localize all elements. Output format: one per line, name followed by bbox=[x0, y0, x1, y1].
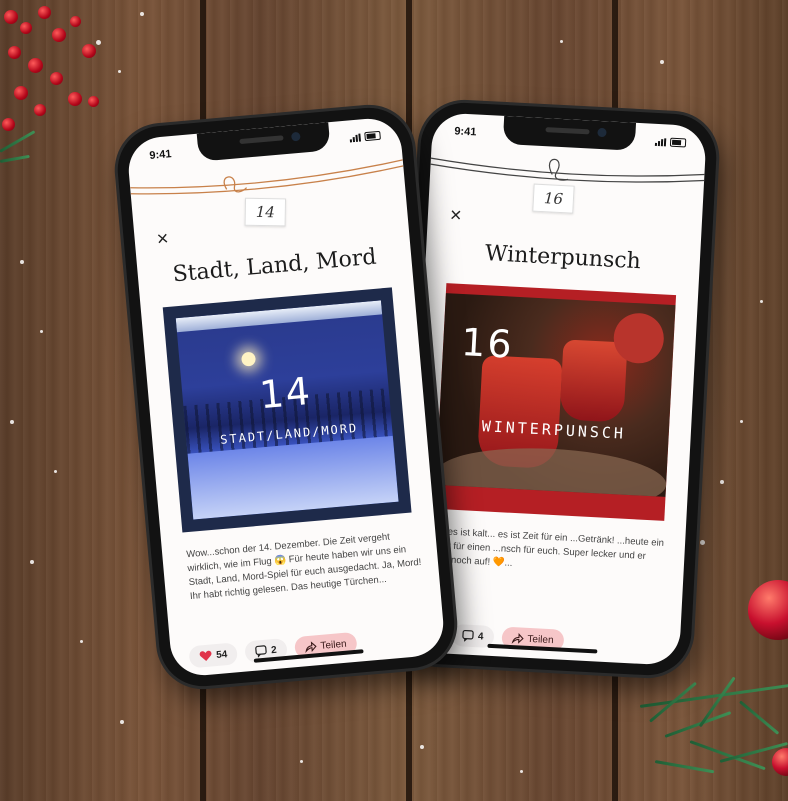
post-actions: 54 2 Teilen bbox=[188, 625, 431, 669]
photo-day-number: 16 bbox=[460, 320, 515, 367]
comment-icon bbox=[255, 645, 267, 658]
like-count: 54 bbox=[215, 648, 228, 661]
post-title: Stadt, Land, Mord bbox=[171, 244, 378, 288]
day-tag: 14 bbox=[244, 197, 287, 227]
battery-icon bbox=[669, 137, 687, 148]
comment-count: 2 bbox=[270, 644, 278, 656]
close-icon[interactable]: × bbox=[449, 204, 462, 227]
status-icons bbox=[349, 130, 381, 143]
post-image-winterpunsch: 16 WINTERPUNSCH bbox=[434, 283, 677, 521]
signal-icon bbox=[349, 133, 362, 143]
share-label: Teilen bbox=[320, 638, 348, 652]
post-title: Winterpunsch bbox=[484, 241, 642, 275]
like-button[interactable]: 54 bbox=[188, 642, 239, 669]
day-tag: 16 bbox=[532, 183, 575, 214]
status-time: 9:41 bbox=[148, 148, 172, 162]
post-actions: 4 Teilen bbox=[451, 623, 666, 657]
post-excerpt: Wow...schon der 14. Dezember. Die Zeit v… bbox=[185, 531, 422, 603]
phone-stadt-land-mord: 9:41 14 × Stadt, Land, Mord 14 STADT/LAN… bbox=[114, 104, 458, 690]
share-label: Teilen bbox=[527, 633, 554, 646]
signal-icon bbox=[654, 138, 667, 147]
status-time: 9:41 bbox=[454, 125, 477, 139]
notch bbox=[502, 115, 637, 151]
status-icons bbox=[654, 137, 687, 148]
battery-icon bbox=[364, 130, 381, 142]
phone-screen: 9:41 14 × Stadt, Land, Mord 14 STADT/LAN… bbox=[125, 116, 447, 678]
comment-icon bbox=[462, 629, 474, 642]
share-icon bbox=[511, 633, 524, 644]
heart-icon bbox=[199, 650, 212, 661]
comment-count: 4 bbox=[477, 630, 484, 643]
notch bbox=[196, 122, 331, 162]
share-icon bbox=[305, 641, 317, 654]
post-excerpt: ...tag, es ist kalt... es ist Zeit für e… bbox=[419, 525, 665, 569]
close-icon[interactable]: × bbox=[156, 228, 170, 251]
post-image-stadt-land-mord: 14 STADT/LAND/MORD bbox=[162, 287, 412, 533]
